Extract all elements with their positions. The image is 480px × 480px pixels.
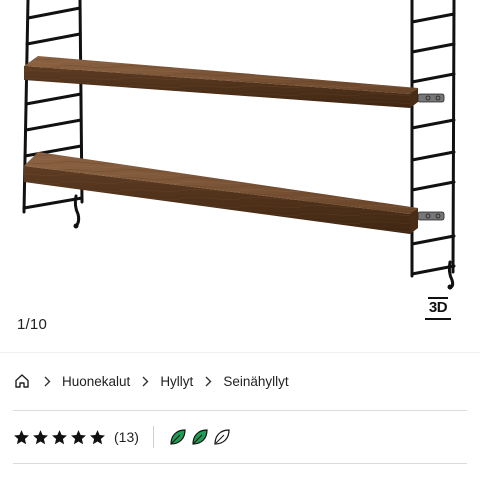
star-icon	[33, 429, 48, 444]
gallery-divider	[0, 352, 480, 353]
breadcrumb-link-seinahyllyt[interactable]: Seinähyllyt	[223, 374, 288, 389]
star-rating[interactable]	[13, 429, 106, 446]
star-icon	[52, 429, 67, 444]
section-divider	[13, 463, 467, 464]
star-icon	[90, 429, 105, 444]
home-icon[interactable]	[12, 371, 32, 391]
rating-row: (13)	[13, 425, 232, 449]
breadcrumb: Huonekalut Hyllyt Seinähyllyt	[12, 368, 289, 394]
rating-separator	[152, 426, 154, 448]
star-icon	[14, 429, 29, 444]
view-3d-button[interactable]: 3D	[420, 296, 456, 324]
leaf-filled-icon	[170, 429, 186, 445]
chevron-right-icon	[130, 376, 160, 387]
chevron-right-icon	[32, 376, 62, 387]
section-divider	[13, 410, 467, 411]
review-count[interactable]: (13)	[114, 429, 139, 445]
breadcrumb-link-huonekalut[interactable]: Huonekalut	[62, 374, 130, 389]
product-image-gallery[interactable]: 1/10 3D	[0, 0, 480, 352]
product-image	[22, 0, 456, 290]
image-counter-current: 1	[17, 316, 26, 333]
breadcrumb-link-hyllyt[interactable]: Hyllyt	[160, 374, 193, 389]
eco-score[interactable]	[168, 427, 232, 447]
view-3d-label: 3D	[428, 299, 448, 316]
star-icon	[71, 429, 86, 444]
image-counter-total: 10	[29, 316, 48, 333]
image-counter: 1/10	[17, 316, 47, 333]
leaf-outline-icon	[214, 429, 230, 445]
chevron-right-icon	[193, 376, 223, 387]
leaf-filled-icon	[192, 429, 208, 445]
truncated-content	[13, 472, 133, 480]
3d-icon-bottom-line	[425, 318, 451, 320]
